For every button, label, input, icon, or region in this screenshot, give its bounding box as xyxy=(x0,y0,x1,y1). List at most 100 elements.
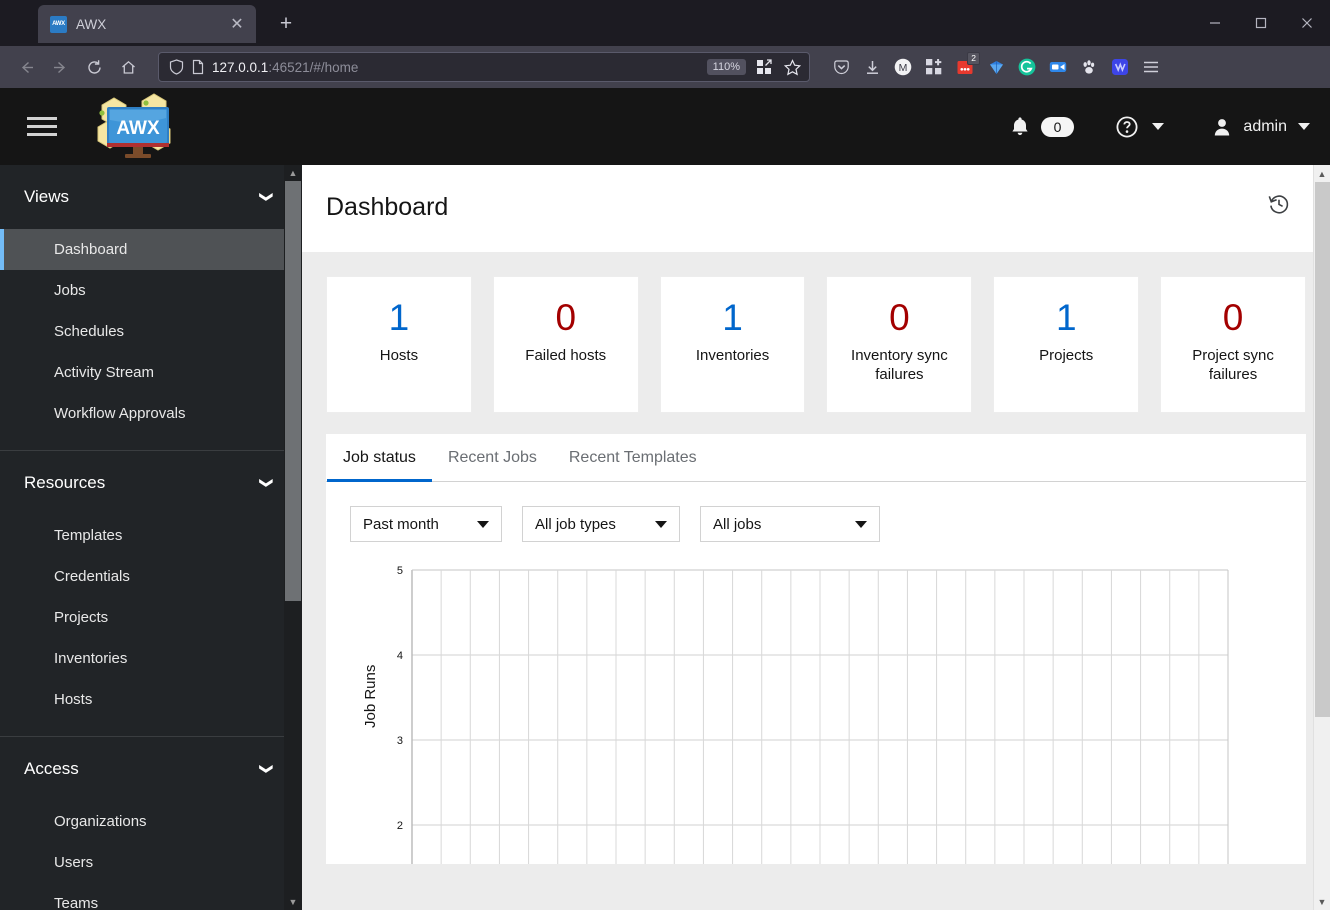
zoom-level-badge[interactable]: 110% xyxy=(707,59,746,75)
new-tab-button[interactable]: + xyxy=(272,10,300,38)
bookmark-star-icon[interactable] xyxy=(784,59,801,76)
sidebar-item-templates[interactable]: Templates xyxy=(0,515,302,556)
home-icon[interactable] xyxy=(112,52,144,82)
tab-recent-templates[interactable]: Recent Templates xyxy=(553,434,713,481)
blue-extension-icon[interactable] xyxy=(1105,52,1135,82)
metamask-icon[interactable]: M xyxy=(888,52,918,82)
minimize-button[interactable] xyxy=(1192,0,1238,46)
sidebar-item-hosts[interactable]: Hosts xyxy=(0,679,302,720)
sidebar-item-users[interactable]: Users xyxy=(0,842,302,883)
chart-plot-area[interactable]: 2345 xyxy=(326,558,1276,864)
paw-extension-icon[interactable] xyxy=(1074,52,1104,82)
sidebar-item-dashboard[interactable]: Dashboard xyxy=(0,229,302,270)
sidebar-item-credentials[interactable]: Credentials xyxy=(0,556,302,597)
chevron-down-icon[interactable] xyxy=(1152,123,1164,130)
sidebar-item-projects[interactable]: Projects xyxy=(0,597,302,638)
sidebar-item-label: Inventories xyxy=(54,650,127,667)
sidebar-items-container: Views❯DashboardJobsSchedulesActivity Str… xyxy=(0,165,302,910)
tab-recent-jobs[interactable]: Recent Jobs xyxy=(432,434,553,481)
job-type-select[interactable]: All job types xyxy=(522,506,680,542)
notification-count-badge[interactable]: 0 xyxy=(1041,117,1075,137)
sidebar-item-activity-stream[interactable]: Activity Stream xyxy=(0,352,302,393)
reader-view-icon[interactable] xyxy=(756,59,772,75)
chevron-down-icon[interactable]: ❯ xyxy=(259,192,275,203)
page-title: Dashboard xyxy=(326,193,448,222)
summary-card-inventory-sync-failures[interactable]: 0Inventory sync failures xyxy=(826,276,972,413)
page-scrollbar-thumb[interactable] xyxy=(1315,182,1330,717)
app-menu-icon[interactable] xyxy=(1136,52,1166,82)
pocket-icon[interactable] xyxy=(826,52,856,82)
sidebar-item-inventories[interactable]: Inventories xyxy=(0,638,302,679)
sidebar-item-teams[interactable]: Teams xyxy=(0,883,302,910)
page-info-icon[interactable] xyxy=(191,59,205,75)
sidebar-item-schedules[interactable]: Schedules xyxy=(0,311,302,352)
chevron-down-icon[interactable] xyxy=(477,521,489,528)
select-value: All jobs xyxy=(713,516,761,533)
sidebar-item-workflow-approvals[interactable]: Workflow Approvals xyxy=(0,393,302,434)
summary-card-projects[interactable]: 1Projects xyxy=(993,276,1139,413)
history-rewind-icon[interactable] xyxy=(1268,193,1290,220)
svg-text:M: M xyxy=(899,62,908,74)
browser-tab[interactable]: AWX AWX ✕ xyxy=(38,5,256,43)
maximize-button[interactable] xyxy=(1238,0,1284,46)
chevron-down-icon[interactable]: ❯ xyxy=(259,764,275,775)
app-shell: Views❯DashboardJobsSchedulesActivity Str… xyxy=(0,165,1330,910)
scroll-down-icon[interactable]: ▼ xyxy=(284,894,302,910)
nav-group-access[interactable]: Access❯ xyxy=(0,737,302,801)
back-icon[interactable] xyxy=(10,52,42,82)
summary-card-label: Hosts xyxy=(380,346,418,365)
scroll-down-icon[interactable]: ▼ xyxy=(1314,893,1330,910)
summary-card-inventories[interactable]: 1Inventories xyxy=(660,276,806,413)
sidebar-scrollbar-thumb[interactable] xyxy=(285,181,301,601)
nav-group-views[interactable]: Views❯ xyxy=(0,165,302,229)
sidebar-scrollbar[interactable]: ▲ ▼ xyxy=(284,165,302,910)
summary-card-project-sync-failures[interactable]: 0Project sync failures xyxy=(1160,276,1306,413)
chevron-down-icon[interactable] xyxy=(655,521,667,528)
nav-group-resources[interactable]: Resources❯ xyxy=(0,451,302,515)
job-status-select[interactable]: All jobs xyxy=(700,506,880,542)
scroll-up-icon[interactable]: ▲ xyxy=(284,165,302,181)
summary-card-value: 1 xyxy=(1056,297,1077,340)
downloads-icon[interactable] xyxy=(857,52,887,82)
close-button[interactable] xyxy=(1284,0,1330,46)
video-recorder-icon[interactable] xyxy=(1043,52,1073,82)
chevron-down-icon[interactable] xyxy=(1298,123,1310,130)
sidebar-item-jobs[interactable]: Jobs xyxy=(0,270,302,311)
summary-card-failed-hosts[interactable]: 0Failed hosts xyxy=(493,276,639,413)
help-question-icon[interactable] xyxy=(1116,116,1138,138)
chevron-down-icon[interactable] xyxy=(855,521,867,528)
address-bar[interactable]: 127.0.0.1:46521/#/home 110% xyxy=(158,52,810,82)
awx-logo[interactable]: AWX xyxy=(80,93,200,161)
help-menu[interactable] xyxy=(1116,116,1164,138)
nav-toggle-button[interactable] xyxy=(0,117,80,136)
browser-tab-bar: AWX AWX ✕ + xyxy=(0,0,1330,46)
sidebar-item-label: Hosts xyxy=(54,691,92,708)
red-extension-icon[interactable]: 2 xyxy=(950,52,980,82)
url-path: :46521/#/home xyxy=(268,60,358,75)
browser-tab-title: AWX xyxy=(76,17,217,32)
forward-icon[interactable] xyxy=(44,52,76,82)
chevron-down-icon[interactable]: ❯ xyxy=(259,478,275,489)
chart-filters: Past month All job types All jobs xyxy=(326,482,1306,542)
username-label: admin xyxy=(1243,118,1287,136)
sidebar-item-organizations[interactable]: Organizations xyxy=(0,801,302,842)
awx-masthead: AWX 0 admin xyxy=(0,88,1330,165)
user-menu[interactable]: admin xyxy=(1212,117,1310,137)
scroll-up-icon[interactable]: ▲ xyxy=(1314,165,1330,182)
grammarly-icon[interactable] xyxy=(1012,52,1042,82)
period-select[interactable]: Past month xyxy=(350,506,502,542)
sidebar-item-label: Credentials xyxy=(54,568,130,585)
extension-badge-count: 2 xyxy=(967,52,980,65)
chart-y-tick-label: 4 xyxy=(397,650,403,662)
diamond-extension-icon[interactable] xyxy=(981,52,1011,82)
summary-card-value: 0 xyxy=(1223,297,1244,340)
reload-icon[interactable] xyxy=(78,52,110,82)
close-icon[interactable]: ✕ xyxy=(226,13,248,35)
extensions-grid-icon[interactable] xyxy=(919,52,949,82)
summary-card-hosts[interactable]: 1Hosts xyxy=(326,276,472,413)
tab-job-status[interactable]: Job status xyxy=(327,434,432,481)
summary-card-value: 0 xyxy=(889,297,910,340)
bell-icon[interactable] xyxy=(1010,116,1030,137)
page-scrollbar[interactable]: ▲ ▼ xyxy=(1313,165,1330,910)
svg-text:AWX: AWX xyxy=(116,118,160,139)
